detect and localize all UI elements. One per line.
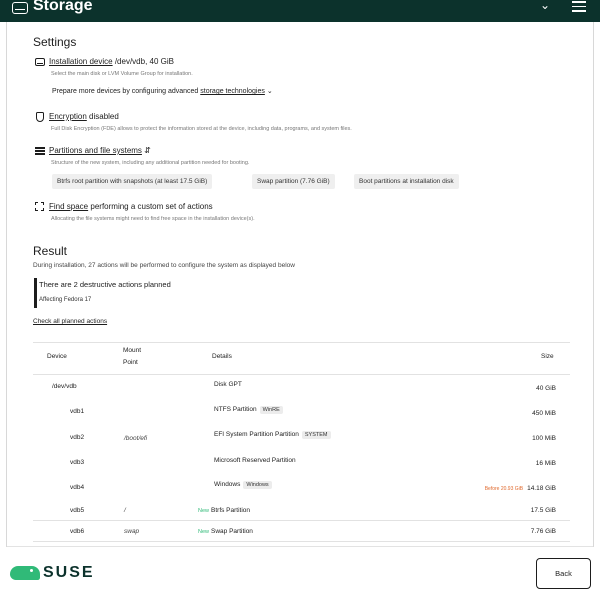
device-cell: vdb1 bbox=[70, 408, 85, 415]
new-label: New bbox=[198, 529, 210, 535]
table-header-line bbox=[33, 374, 570, 375]
btrfs-chip: Btrfs root partition with snapshots (at … bbox=[52, 174, 213, 189]
installation-device-value: /dev/vdb, 40 GiB bbox=[114, 57, 174, 66]
new-label: New bbox=[198, 508, 210, 514]
details-cell: Disk GPT bbox=[214, 381, 242, 388]
page-title: Storage bbox=[33, 0, 93, 14]
details-text: Microsoft Reserved Partition bbox=[214, 457, 296, 464]
sort-toggle-icon[interactable]: ⇵ bbox=[144, 146, 151, 155]
header-bar: Storage ⌄ bbox=[0, 0, 600, 22]
col-details: Details bbox=[212, 353, 232, 360]
partitions-row[interactable]: Partitions and file systems ⇵ bbox=[49, 146, 151, 155]
table-bottom-line bbox=[33, 541, 570, 542]
disk-icon bbox=[35, 58, 45, 66]
hamburger-menu-icon[interactable] bbox=[572, 1, 586, 12]
before-size: Before 20.93 GiB bbox=[484, 486, 524, 492]
back-button[interactable]: Back bbox=[536, 558, 591, 589]
find-space-value: performing a custom set of actions bbox=[90, 202, 213, 211]
size-cell: 17.5 GiB bbox=[530, 507, 556, 514]
status-badge: Windows bbox=[243, 481, 272, 489]
device-cell: vdb6 bbox=[70, 528, 85, 535]
mount-cell: swap bbox=[124, 528, 140, 535]
footer-divider bbox=[7, 546, 593, 547]
storage-technologies-link[interactable]: storage technologies bbox=[200, 88, 265, 95]
device-cell: vdb3 bbox=[70, 459, 85, 466]
details-cell: New Btrfs Partition bbox=[198, 507, 250, 514]
details-cell: Windows Windows bbox=[214, 481, 272, 489]
chevron-down-icon[interactable]: ⌄ bbox=[267, 88, 273, 95]
device-cell: /dev/vdb bbox=[52, 383, 77, 390]
list-icon bbox=[35, 147, 45, 155]
chevron-down-icon[interactable]: ⌄ bbox=[540, 0, 550, 12]
size-cell: Before 20.93 GiB 14.18 GiB bbox=[485, 485, 556, 492]
swap-chip: Swap partition (7.76 GiB) bbox=[252, 174, 335, 189]
device-cell: vdb2 bbox=[70, 434, 85, 441]
prepare-devices-row: Prepare more devices by configuring adva… bbox=[52, 87, 273, 95]
encryption-value: disabled bbox=[89, 112, 119, 121]
device-cell: vdb4 bbox=[70, 484, 85, 491]
prepare-devices-text: Prepare more devices by configuring adva… bbox=[52, 88, 199, 95]
col-mount-2: Point bbox=[123, 359, 138, 366]
size-cell: 40 GiB bbox=[536, 385, 556, 392]
find-space-row[interactable]: Find space performing a custom set of ac… bbox=[49, 202, 213, 211]
details-text: Btrfs Partition bbox=[211, 507, 251, 514]
destructive-alert-sub: Affecting Fedora 17 bbox=[39, 297, 92, 303]
suse-logo: SUSE bbox=[10, 564, 100, 584]
status-badge: WinRE bbox=[259, 406, 283, 414]
details-text: Disk bbox=[214, 381, 227, 388]
shield-icon bbox=[36, 112, 44, 122]
encryption-desc: Full Disk Encryption (FDE) allows to pro… bbox=[51, 126, 352, 132]
table-top-line bbox=[33, 342, 570, 343]
details-text: NTFS Partition bbox=[214, 406, 257, 413]
encryption-row[interactable]: Encryption disabled bbox=[49, 112, 119, 121]
details-badge-plain: GPT bbox=[228, 381, 242, 388]
find-space-icon bbox=[35, 202, 44, 211]
size-cell: 450 MiB bbox=[532, 410, 556, 417]
partitions-desc: Structure of the new system, including a… bbox=[51, 160, 250, 166]
mount-cell: /boot/efi bbox=[124, 435, 148, 442]
col-device: Device bbox=[47, 353, 67, 360]
details-cell: NTFS Partition WinRE bbox=[214, 406, 283, 414]
size-cell: 7.76 GiB bbox=[530, 528, 556, 535]
result-summary: During installation, 27 actions will be … bbox=[33, 262, 295, 269]
find-space-link[interactable]: Find space bbox=[49, 202, 88, 211]
destructive-alert-title: There are 2 destructive actions planned bbox=[39, 280, 171, 289]
size-value: 14.18 GiB bbox=[527, 485, 556, 492]
details-cell: EFI System Partition Partition SYSTEM bbox=[214, 431, 331, 439]
size-cell: 100 MiB bbox=[532, 435, 556, 442]
col-size: Size bbox=[541, 353, 554, 360]
row-line bbox=[33, 520, 570, 521]
details-text: EFI System Partition Partition bbox=[214, 431, 299, 438]
storage-icon bbox=[12, 2, 28, 14]
brand-wordmark: SUSE bbox=[43, 564, 95, 581]
result-heading: Result bbox=[33, 244, 68, 258]
col-mount-1: Mount bbox=[123, 347, 142, 354]
installation-device-desc: Select the main disk or LVM Volume Group… bbox=[51, 71, 193, 77]
encryption-link[interactable]: Encryption bbox=[49, 112, 87, 121]
details-text: Windows bbox=[214, 481, 241, 488]
boot-chip: Boot partitions at installation disk bbox=[354, 174, 459, 189]
partitions-link[interactable]: Partitions and file systems bbox=[49, 146, 142, 155]
details-text: Swap Partition bbox=[211, 528, 253, 535]
installation-device-link[interactable]: Installation device bbox=[49, 57, 113, 66]
mount-cell: / bbox=[124, 507, 126, 514]
device-cell: vdb5 bbox=[70, 507, 85, 514]
chameleon-icon bbox=[10, 566, 40, 580]
status-badge: SYSTEM bbox=[301, 431, 331, 439]
check-planned-actions-link[interactable]: Check all planned actions bbox=[33, 318, 107, 325]
installation-device-row[interactable]: Installation device /dev/vdb, 40 GiB bbox=[49, 57, 174, 66]
size-cell: 16 MiB bbox=[535, 460, 556, 467]
alert-bar bbox=[34, 278, 37, 308]
details-cell: New Swap Partition bbox=[198, 528, 253, 535]
find-space-desc: Allocating the file systems might need t… bbox=[51, 216, 255, 222]
settings-heading: Settings bbox=[33, 35, 77, 49]
